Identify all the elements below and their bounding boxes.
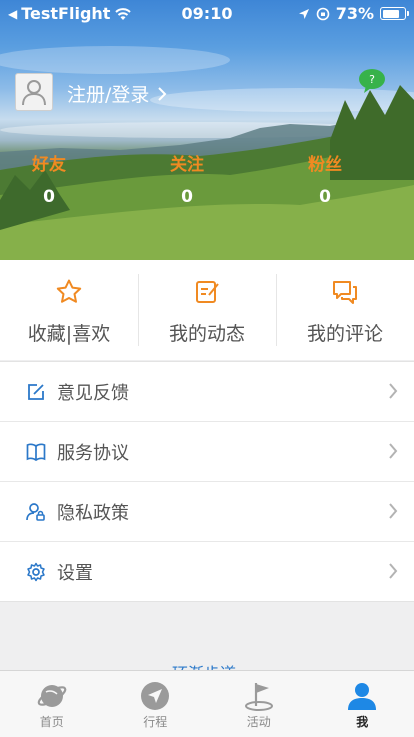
stat-followers[interactable]: 粉丝 0 — [256, 150, 394, 207]
menu-item-service-agreement[interactable]: 服务协议 — [0, 422, 414, 482]
tab-label: 首页 — [40, 713, 64, 730]
quick-actions: 收藏|喜欢 我的动态 我的评论 — [0, 260, 414, 360]
tab-label: 行程 — [143, 713, 167, 730]
chat-bubble-icon[interactable]: ? — [358, 68, 386, 94]
stat-following[interactable]: 关注 0 — [118, 150, 256, 207]
menu-item-label: 隐私政策 — [57, 499, 129, 525]
chevron-right-icon — [388, 382, 398, 400]
battery-percent: 73% — [336, 4, 374, 23]
stat-friends[interactable]: 好友 0 — [0, 150, 118, 207]
default-avatar-icon — [21, 78, 47, 106]
comment-icon — [331, 278, 359, 306]
tab-itinerary[interactable]: 行程 — [104, 671, 208, 737]
navigation-icon — [139, 680, 171, 712]
login-label: 注册/登录 — [67, 80, 149, 107]
profile-stats: 好友 0 关注 0 粉丝 0 — [0, 150, 414, 207]
book-icon — [25, 441, 47, 463]
avatar[interactable] — [15, 73, 53, 111]
action-label: 收藏|喜欢 — [28, 319, 110, 346]
chevron-right-icon — [388, 562, 398, 580]
stat-value: 0 — [118, 187, 256, 207]
stat-label: 关注 — [118, 150, 256, 175]
planet-icon — [36, 680, 68, 712]
location-arrow-icon — [298, 8, 310, 20]
menu-item-label: 意见反馈 — [57, 379, 129, 405]
action-label: 我的评论 — [307, 319, 383, 346]
svg-text:?: ? — [369, 73, 375, 86]
battery-icon — [380, 7, 406, 20]
action-my-posts[interactable]: 我的动态 — [138, 260, 276, 360]
action-favorites[interactable]: 收藏|喜欢 — [0, 260, 138, 360]
stat-value: 0 — [0, 187, 118, 207]
menu-item-feedback[interactable]: 意见反馈 — [0, 362, 414, 422]
tab-label: 活动 — [247, 713, 271, 730]
action-label: 我的动态 — [169, 319, 245, 346]
menu-item-privacy-policy[interactable]: 隐私政策 — [0, 482, 414, 542]
menu-item-settings[interactable]: 设置 — [0, 542, 414, 601]
stat-label: 粉丝 — [256, 150, 394, 175]
chevron-right-icon — [388, 442, 398, 460]
menu-item-label: 设置 — [57, 559, 93, 585]
login-link[interactable]: 注册/登录 — [67, 80, 167, 107]
settings-menu: 意见反馈 服务协议 隐私政策 设置 — [0, 361, 414, 602]
edit-note-icon — [193, 278, 221, 306]
chevron-right-icon — [388, 502, 398, 520]
person-icon — [346, 680, 378, 712]
rotation-lock-icon — [316, 7, 330, 21]
menu-item-label: 服务协议 — [57, 439, 129, 465]
user-lock-icon — [25, 501, 47, 523]
landscape-background — [0, 0, 414, 260]
action-my-comments[interactable]: 我的评论 — [276, 260, 414, 360]
tab-me[interactable]: 我 — [311, 671, 414, 737]
chevron-right-icon — [157, 86, 167, 102]
tab-activities[interactable]: 活动 — [207, 671, 311, 737]
tab-label: 我 — [356, 713, 368, 730]
bottom-tab-bar: 首页 行程 活动 我 — [0, 670, 414, 737]
status-right: 73% — [298, 4, 406, 23]
stat-label: 好友 — [0, 150, 118, 175]
flag-icon — [243, 680, 275, 712]
star-icon — [55, 278, 83, 306]
gear-icon — [25, 561, 47, 583]
profile-header: ◀ TestFlight 09:10 73% 注册/登录 ? — [0, 0, 414, 260]
stat-value: 0 — [256, 187, 394, 207]
status-bar: ◀ TestFlight 09:10 73% — [0, 0, 414, 28]
feedback-icon — [25, 381, 47, 403]
tab-home[interactable]: 首页 — [0, 671, 104, 737]
